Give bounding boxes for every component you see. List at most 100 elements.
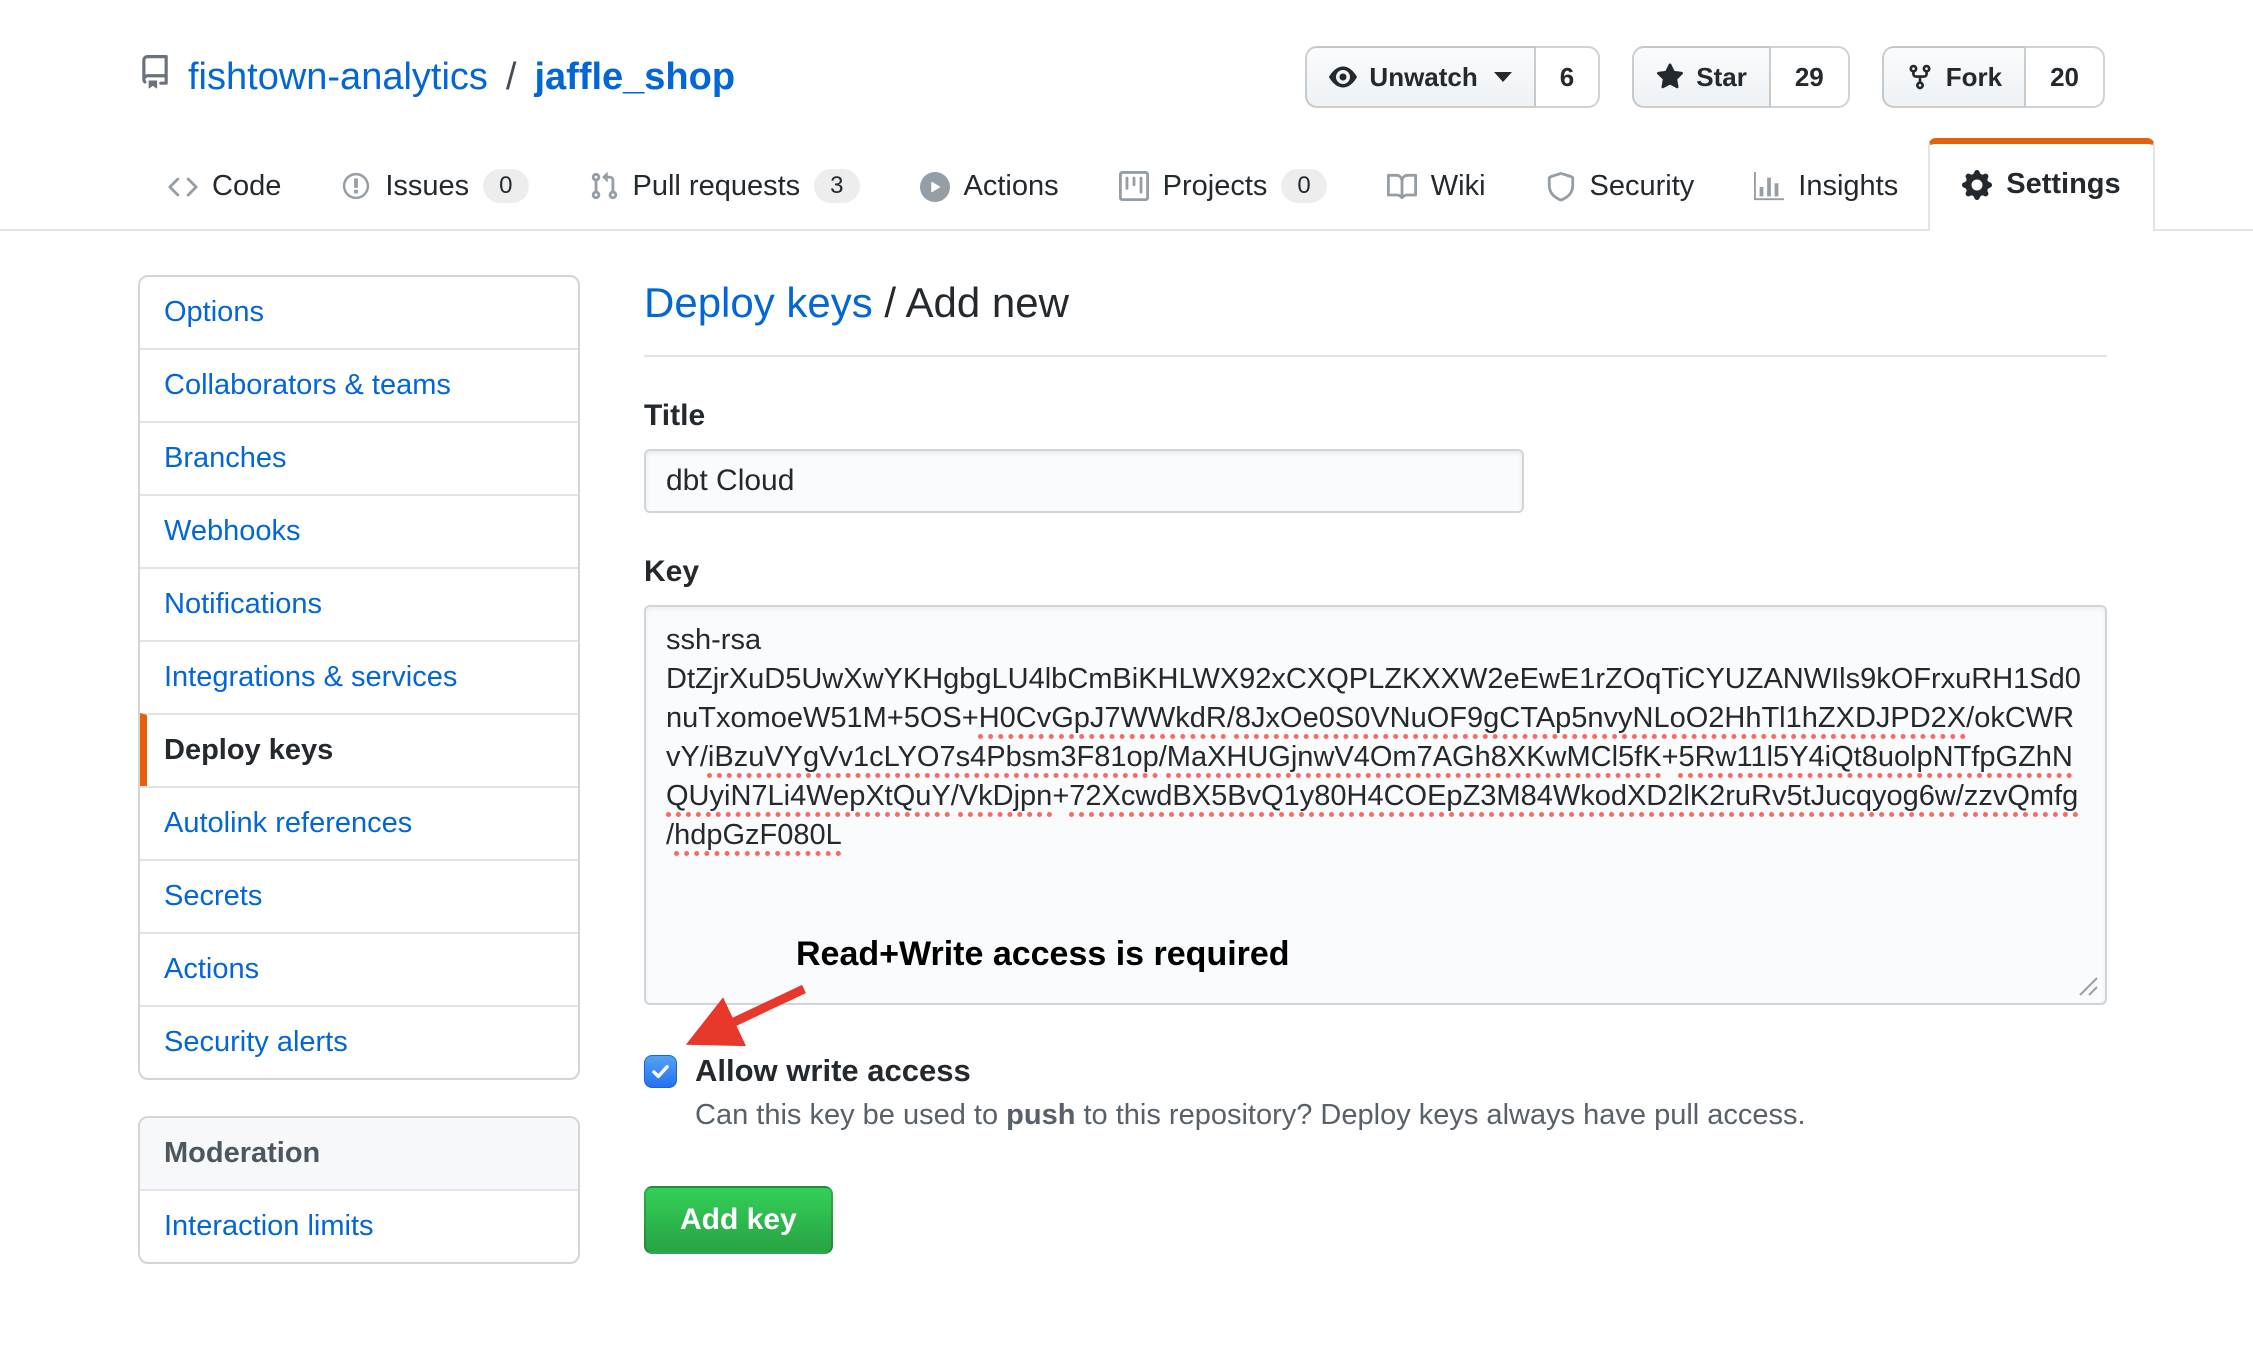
key-segment: /: [666, 819, 674, 851]
help-text-after: to this repository? Deploy keys always h…: [1075, 1099, 1805, 1131]
add-key-button[interactable]: Add key: [644, 1186, 833, 1254]
sidebar-item-security-alerts[interactable]: Security alerts: [140, 1005, 578, 1078]
sidebar-item-branches[interactable]: Branches: [140, 421, 578, 494]
allow-write-help: Can this key be used to push to this rep…: [695, 1099, 2107, 1132]
repo-social-actions: Unwatch 6 Star 29 Fork 20: [1305, 46, 2105, 108]
star-icon: [1656, 63, 1684, 91]
tab-issues-label: Issues: [385, 170, 469, 203]
key-segment: +: [1662, 741, 1679, 773]
repo-owner-link[interactable]: fishtown-analytics: [188, 56, 488, 99]
deploy-keys-breadcrumb-link[interactable]: Deploy keys: [644, 279, 873, 326]
repo-title: fishtown-analytics / jaffle_shop: [138, 55, 735, 99]
key-segment: /: [1227, 702, 1235, 734]
tab-settings-label: Settings: [2006, 168, 2120, 201]
page: { "colors": { "link_blue": "#0366d6", "t…: [0, 0, 2253, 1364]
tab-code-label: Code: [212, 170, 281, 203]
tab-issues-count: 0: [483, 169, 528, 203]
repo-separator: /: [506, 56, 517, 99]
key-label: Key: [644, 555, 2107, 589]
tab-projects-count: 0: [1281, 169, 1326, 203]
key-misspelled-segment: H0CvGpJ7WWkdR: [979, 702, 1227, 734]
code-icon: [168, 172, 198, 202]
tab-security[interactable]: Security: [1516, 144, 1725, 229]
fork-label: Fork: [1946, 62, 2002, 93]
repo-name-link[interactable]: jaffle_shop: [534, 56, 735, 99]
key-misspelled-segment: 72XcwdBX5BvQ1y80H4COEpZ3M84WkodXD2lK2ruR…: [1069, 780, 1956, 812]
fork-count[interactable]: 20: [2026, 46, 2105, 108]
key-segment: /: [1956, 780, 1964, 812]
breadcrumb-separator: /: [873, 279, 906, 326]
main-panel: Deploy keys / Add new Title Key ssh-rsa …: [644, 275, 2107, 1254]
repo-tab-bar: Code Issues 0 Pull requests 3 Actions Projects…: [0, 138, 2253, 231]
shield-icon: [1546, 172, 1576, 202]
pull-request-icon: [589, 171, 619, 201]
unwatch-button[interactable]: Unwatch: [1305, 46, 1535, 108]
tab-pull-requests[interactable]: Pull requests 3: [559, 143, 890, 229]
moderation-menu: ModerationInteraction limits: [138, 1116, 580, 1264]
title-label: Title: [644, 399, 2107, 433]
issue-icon: [341, 171, 371, 201]
key-misspelled-segment: 8JxOe0S0VNuOF9gCTAp5nvyNLoO2HhTl1hZXDJPD…: [1235, 702, 1966, 734]
key-segment: +: [1052, 780, 1069, 812]
fork-button[interactable]: Fork: [1882, 46, 2026, 108]
settings-menu: OptionsCollaborators & teamsBranchesWebh…: [138, 275, 580, 1080]
annotation-arrow-icon: [672, 983, 822, 1073]
sidebar-item-options[interactable]: Options: [140, 277, 578, 348]
key-misspelled-segment: MaXHUGjnwV4Om7AGh8XKwMCl5fK: [1167, 741, 1662, 773]
sidebar-item-webhooks[interactable]: Webhooks: [140, 494, 578, 567]
tab-security-label: Security: [1590, 170, 1695, 203]
tab-code[interactable]: Code: [138, 144, 311, 229]
star-button[interactable]: Star: [1632, 46, 1771, 108]
sidebar-item-notifications[interactable]: Notifications: [140, 567, 578, 640]
textarea-resize-handle-icon[interactable]: [2075, 973, 2099, 997]
repo-icon: [138, 55, 172, 89]
tab-projects[interactable]: Projects0: [1089, 143, 1357, 229]
settings-sidebar: OptionsCollaborators & teamsBranchesWebh…: [138, 275, 580, 1264]
checkmark-icon: [649, 1060, 672, 1083]
sidebar-item-autolink-references[interactable]: Autolink references: [140, 786, 578, 859]
key-segment: /: [951, 780, 959, 812]
tab-pull-requests-count: 3: [814, 169, 859, 203]
gear-icon: [1962, 170, 1992, 200]
breadcrumb-current: Add new: [905, 279, 1068, 326]
tab-settings[interactable]: Settings: [1928, 138, 2154, 231]
key-misspelled-segment: hdpGzF080L: [674, 819, 842, 851]
tab-pull-requests-label: Pull requests: [633, 170, 801, 203]
sidebar-item-actions[interactable]: Actions: [140, 932, 578, 1005]
star-count[interactable]: 29: [1771, 46, 1850, 108]
help-text-push: push: [1006, 1099, 1075, 1131]
page-title: Deploy keys / Add new: [644, 279, 2107, 327]
tab-insights[interactable]: Insights: [1724, 144, 1928, 229]
allow-write-row: Allow write access: [644, 1053, 2107, 1089]
repo-header: fishtown-analytics / jaffle_shop Unwatch…: [0, 0, 2253, 108]
sidebar-item-integrations-services[interactable]: Integrations & services: [140, 640, 578, 713]
star-label: Star: [1696, 62, 1747, 93]
help-text-before: Can this key be used to: [695, 1099, 1006, 1131]
key-misspelled-segment: zzvQmfg: [1964, 780, 2078, 812]
sidebar-item-interaction-limits[interactable]: Interaction limits: [140, 1189, 578, 1262]
unwatch-label: Unwatch: [1369, 62, 1477, 93]
sidebar-item-secrets[interactable]: Secrets: [140, 859, 578, 932]
eye-icon: [1329, 63, 1357, 91]
project-icon: [1119, 171, 1149, 201]
settings-content: OptionsCollaborators & teamsBranchesWebh…: [0, 231, 2253, 1264]
key-misspelled-segment: iBzuVYgVv1cLYO7s4Pbsm3F81op: [708, 741, 1159, 773]
title-divider: [644, 355, 2107, 357]
sidebar-item-deploy-keys[interactable]: Deploy keys: [140, 713, 578, 786]
graph-icon: [1754, 172, 1784, 202]
caret-down-icon: [1494, 72, 1512, 82]
tab-actions[interactable]: Actions: [890, 144, 1089, 229]
title-input[interactable]: [644, 449, 1524, 513]
star-button-group: Star 29: [1632, 46, 1850, 108]
unwatch-count[interactable]: 6: [1536, 46, 1600, 108]
sidebar-item-collaborators-teams[interactable]: Collaborators & teams: [140, 348, 578, 421]
tab-issues[interactable]: Issues 0: [311, 143, 558, 229]
play-icon: [920, 172, 950, 202]
sidebar-section-moderation-header: Moderation: [140, 1118, 578, 1189]
unwatch-button-group: Unwatch 6: [1305, 46, 1600, 108]
tab-actions-label: Actions: [964, 170, 1059, 203]
annotation-text: Read+Write access is required: [796, 935, 1290, 974]
tab-wiki[interactable]: Wiki: [1357, 144, 1516, 229]
key-misspelled-segment: VkDjpn: [959, 780, 1053, 812]
repo-icon: [138, 55, 172, 99]
